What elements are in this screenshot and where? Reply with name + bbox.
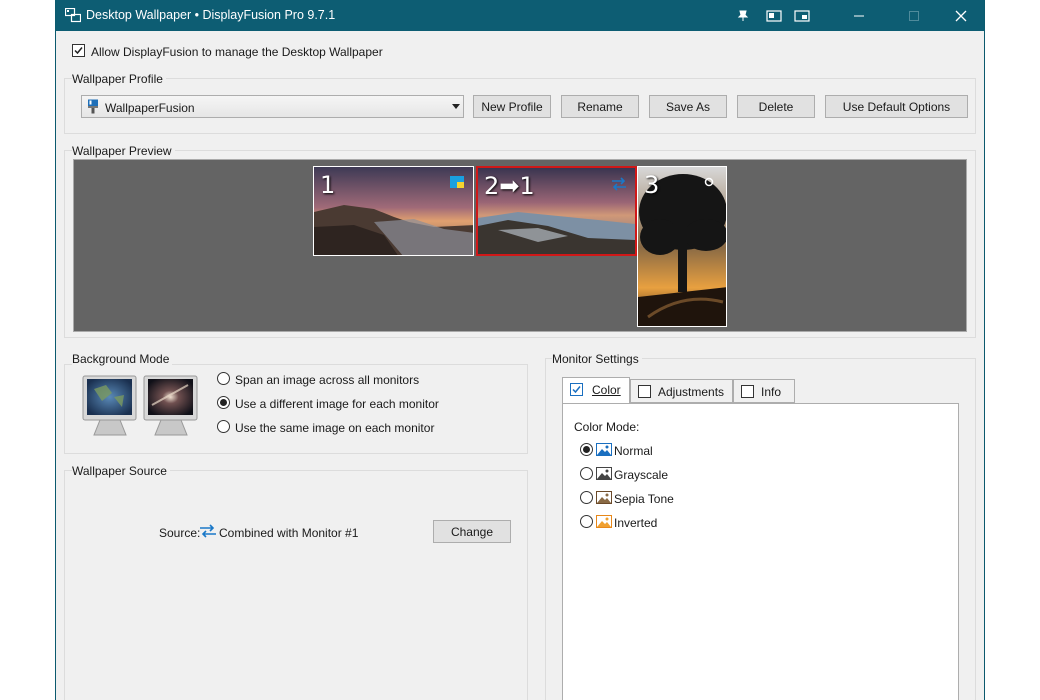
monitor-source-icon [450,176,464,188]
dropdown-arrow-icon [452,104,460,109]
wallpaper-source-title: Wallpaper Source [72,464,170,478]
profile-selected-value: WallpaperFusion [105,101,195,115]
use-default-options-button[interactable]: Use Default Options [825,95,968,118]
maximize-icon [909,10,919,21]
color-mode-grayscale-label: Grayscale [614,468,669,482]
save-as-button[interactable]: Save As [649,95,727,118]
allow-manage-label: Allow DisplayFusion to manage the Deskto… [91,45,383,59]
monitor-1-thumbnail[interactable]: 1 [313,166,474,256]
swap-arrows-icon [200,524,216,538]
color-mode-normal-radio[interactable] [580,443,593,456]
wallpaper-profile-title: Wallpaper Profile [72,72,166,86]
wallpaper-preview-title: Wallpaper Preview [72,144,175,158]
image-icon-gray [596,467,612,480]
tab-adjustments-label: Adjustments [658,385,725,399]
displayfusion-app-icon [65,8,81,23]
monitor-1-number: 1 [320,171,336,199]
span-image-radio[interactable] [217,372,230,385]
different-image-label: Use a different image for each monitor [235,397,439,411]
color-mode-inverted-radio[interactable] [580,515,593,528]
new-profile-button[interactable]: New Profile [473,95,551,118]
monitor-2-number: 2➡1 [484,172,535,200]
checkmark-icon [572,386,581,394]
adjustments-checkbox[interactable] [638,385,651,398]
pin-button[interactable] [726,0,760,31]
tab-info[interactable]: Info [733,379,795,403]
brush-icon [88,99,98,114]
image-icon-orange [596,515,612,528]
color-checkbox[interactable] [570,383,583,396]
color-mode-sepia-radio[interactable] [580,491,593,504]
span-image-label: Span an image across all monitors [235,373,420,387]
swap-arrows-icon [612,177,626,191]
wallpaper-source-group [64,470,528,700]
info-checkbox[interactable] [741,385,754,398]
settings-gear-icon [704,177,714,187]
same-image-label: Use the same image on each monitor [235,421,435,435]
title-bar: Desktop Wallpaper • DisplayFusion Pro 9.… [56,0,984,31]
monitor-3-number: 3 [644,171,660,199]
tab-info-label: Info [761,385,782,399]
different-image-radio[interactable] [217,396,230,409]
desktop-wallpaper-window: Desktop Wallpaper • DisplayFusion Pro 9.… [55,0,985,700]
image-icon-sepia [596,491,612,504]
source-label: Source: [159,526,201,540]
delete-button[interactable]: Delete [737,95,815,118]
color-tab-panel: Color Mode: Normal Grayscale Sepia Tone … [562,403,959,700]
profile-dropdown[interactable]: WallpaperFusion [81,95,464,118]
pin-icon [737,10,749,21]
monitor-2-thumbnail[interactable]: 2➡1 [476,166,637,256]
color-mode-label: Color Mode: [574,420,640,434]
tab-adjustments[interactable]: Adjustments [630,379,733,403]
source-value: Combined with Monitor #1 [219,526,359,540]
color-mode-sepia-label: Sepia Tone [614,492,674,506]
wallpaper-preview-area: 1 2➡1 3 [73,159,967,332]
monitor-3-thumbnail[interactable]: 3 [637,166,727,327]
monitor-span-icon [794,9,810,22]
minimize-button[interactable] [842,0,876,31]
close-button[interactable] [944,0,978,31]
window-title: Desktop Wallpaper • DisplayFusion Pro 9.… [86,8,336,22]
change-source-button[interactable]: Change [433,520,511,543]
maximize-button[interactable] [897,0,931,31]
same-image-radio[interactable] [217,420,230,433]
color-mode-inverted-label: Inverted [614,516,658,530]
close-icon [955,10,967,21]
span-monitor-button[interactable] [785,0,819,31]
tab-color-label: Color [592,383,621,397]
background-mode-title: Background Mode [72,352,173,366]
image-icon-blue [596,443,612,456]
checkmark-icon [74,47,83,55]
tab-color-active[interactable]: Color [562,377,630,403]
monitor-move-icon [766,9,782,22]
color-mode-normal-label: Normal [614,444,653,458]
rename-button[interactable]: Rename [561,95,639,118]
monitor-settings-title: Monitor Settings [552,352,642,366]
allow-manage-checkbox[interactable] [72,44,85,57]
dual-monitor-icon [82,375,198,436]
minimize-icon [854,15,864,16]
color-mode-grayscale-radio[interactable] [580,467,593,480]
